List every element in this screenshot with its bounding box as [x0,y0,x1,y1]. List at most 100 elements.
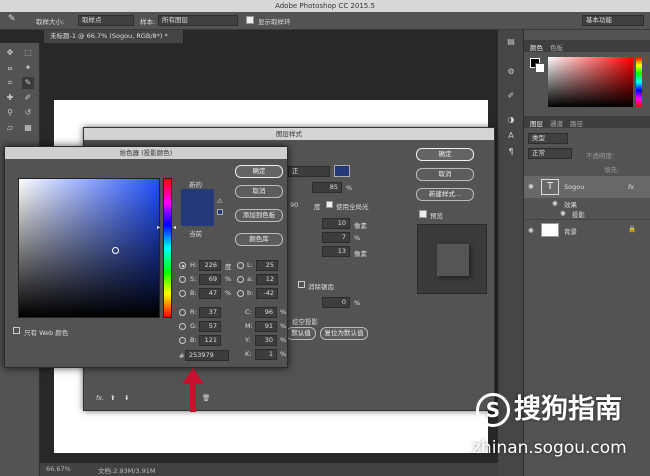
brush-tool-icon[interactable]: ✐ [22,92,34,104]
magenta-field[interactable]: 91 [255,321,277,332]
color-libraries-button[interactable]: 颜色库 [235,233,283,246]
red-radio[interactable] [179,309,186,316]
layer-name[interactable]: Sogou [564,183,584,191]
web-only-checkbox[interactable] [13,327,20,334]
character-panel-icon[interactable]: A [505,130,517,142]
new-style-button[interactable]: 新建样式... [416,188,474,201]
color-cursor[interactable] [112,247,119,254]
saturation-brightness-field[interactable] [18,178,160,318]
red-row[interactable]: R: 37 [179,307,239,318]
layer-row-drop-shadow[interactable]: ◉ 投影 [524,208,650,219]
brightness-field[interactable]: 47 [199,288,221,299]
fx-badge-icon[interactable]: fx [628,183,634,191]
brightness-row[interactable]: B: 47 % [179,288,239,299]
fx-menu-icon[interactable]: fx. [96,394,104,402]
red-field[interactable]: 37 [199,307,221,318]
paragraph-panel-icon[interactable]: ¶ [505,146,517,158]
color-hue-strip[interactable] [636,57,642,107]
eyedropper-tool-icon[interactable]: ✎ [22,77,34,89]
saturation-field[interactable]: 69 [199,274,221,285]
layer-row-sogou[interactable]: ◉ T Sogou fx [524,176,650,198]
lab-b-row[interactable]: b: -42 [237,288,287,299]
blend-mode-field[interactable]: 正 [288,166,330,177]
lab-a-row[interactable]: a: 12 [237,274,287,285]
layer-style-cancel-button[interactable]: 取消 [416,168,474,181]
green-row[interactable]: G: 57 [179,321,239,332]
visibility-eye-icon[interactable]: ◉ [560,209,566,217]
healing-tool-icon[interactable]: ✚ [4,92,16,104]
hue-row[interactable]: H: 226 度 [179,260,239,271]
lab-b-field[interactable]: -42 [256,288,278,299]
color-ramp[interactable] [548,57,633,107]
move-tool-icon[interactable]: ✥ [4,47,16,59]
size-field[interactable]: 13 [322,246,350,257]
lab-l-field[interactable]: 25 [256,260,278,271]
layer-kind-filter[interactable]: 类型 [528,133,568,144]
visibility-eye-icon[interactable]: ◉ [528,182,534,190]
stamp-tool-icon[interactable]: ⚲ [4,107,16,119]
tab-layers[interactable]: 图层 [530,118,543,128]
history-brush-tool-icon[interactable]: ↺ [22,107,34,119]
global-light-checkbox[interactable] [326,201,333,208]
zoom-readout[interactable]: 66.67% [46,465,71,473]
blue-row[interactable]: B: 121 [179,335,239,346]
hue-slider[interactable] [163,178,172,318]
blue-field[interactable]: 121 [199,335,221,346]
black-row[interactable]: K: 1 % [245,349,287,360]
web-safe-cube-icon[interactable] [217,209,223,215]
lab-l-row[interactable]: L: 25 [237,260,287,271]
preview-checkbox[interactable] [419,210,427,218]
background-swatch[interactable] [535,63,545,73]
hue-radio[interactable] [179,262,186,269]
green-radio[interactable] [179,323,186,330]
move-up-icon[interactable]: ⬆ [110,394,115,402]
yellow-field[interactable]: 30 [255,335,277,346]
tab-swatches[interactable]: 色板 [550,42,563,52]
opacity-field[interactable]: 85 [312,182,342,193]
tab-channels[interactable]: 通道 [550,118,563,128]
cyan-row[interactable]: C: 96 % [245,307,287,318]
adjustments-panel-icon[interactable]: ◑ [505,114,517,126]
lasso-tool-icon[interactable]: ⴰ [4,62,16,74]
lab-b-radio[interactable] [237,290,244,297]
move-down-icon[interactable]: ⬇ [124,394,129,402]
noise-field[interactable]: 0 [322,297,350,308]
layer-name[interactable]: 背景 [564,226,577,236]
distance-field[interactable]: 10 [322,218,350,229]
sample-size-select[interactable]: 取样点 [78,15,134,26]
hue-field[interactable]: 226 [199,260,221,271]
lab-a-field[interactable]: 12 [256,274,278,285]
visibility-eye-icon[interactable]: ◉ [528,226,534,234]
eyedropper-icon[interactable]: ✎ [8,14,16,24]
cyan-field[interactable]: 96 [255,307,277,318]
spread-field[interactable]: 7 [322,232,350,243]
yellow-row[interactable]: Y: 30 % [245,335,287,346]
layer-row-effects[interactable]: ◉ 效果 [524,198,650,209]
shadow-color-swatch[interactable] [334,165,350,177]
magic-wand-tool-icon[interactable]: ✦ [22,62,34,74]
marquee-tool-icon[interactable]: ⬚ [22,47,34,59]
crop-tool-icon[interactable]: ⌗ [4,77,16,89]
lab-l-radio[interactable] [237,262,244,269]
green-field[interactable]: 57 [199,321,221,332]
sample-select[interactable]: 所有图层 [158,15,238,26]
make-default-button[interactable]: 默认值 [286,327,316,340]
properties-panel-icon[interactable]: ⚙ [505,66,517,78]
saturation-row[interactable]: S: 69 % [179,274,239,285]
brush-panel-icon[interactable]: ✐ [505,90,517,102]
magenta-row[interactable]: M: 91 % [245,321,287,332]
workspace-select[interactable]: 基本功能 [582,15,644,26]
current-color-swatch[interactable] [181,208,214,226]
blue-radio[interactable] [179,337,186,344]
add-to-swatches-button[interactable]: 添加到色板 [235,209,283,222]
gamut-warning-icon[interactable]: ⚠ [217,197,223,205]
history-panel-icon[interactable]: ▤ [505,36,517,48]
eraser-tool-icon[interactable]: ▱ [4,122,16,134]
lab-a-radio[interactable] [237,276,244,283]
black-field[interactable]: 1 [255,349,277,360]
gradient-tool-icon[interactable]: ▦ [22,122,34,134]
blend-mode-select[interactable]: 正常 [528,148,572,159]
tab-color[interactable]: 颜色 [530,42,543,52]
hue-slider-left-arrow-icon[interactable]: ▸ [157,224,160,231]
saturation-radio[interactable] [179,276,186,283]
